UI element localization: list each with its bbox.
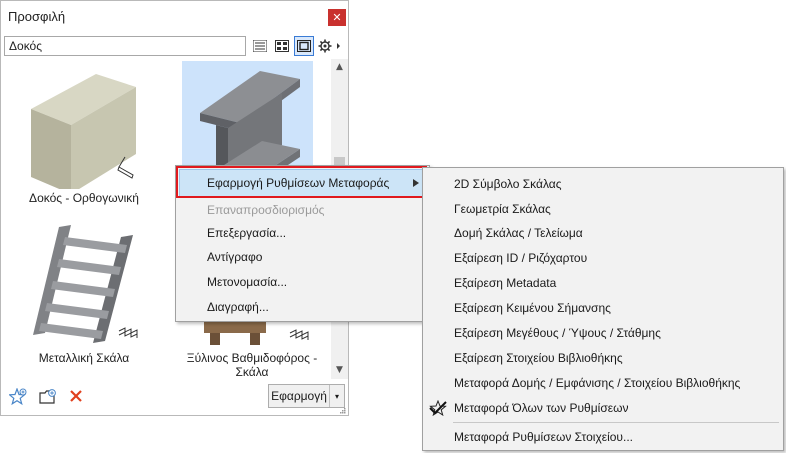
checkmark-star-icon — [429, 400, 447, 416]
submenu-item-stair-structure-finish[interactable]: Δομή Σκάλας / Τελείωμα — [454, 223, 583, 243]
large-preview-view-button[interactable] — [294, 36, 314, 56]
close-icon: ✕ — [332, 11, 342, 24]
delete-x-icon[interactable] — [69, 389, 83, 403]
rectangular-beam-icon — [31, 74, 136, 189]
submenu-item-transfer-structure-appearance-library[interactable]: Μεταφορά Δομής / Εμφάνισης / Στοιχείου Β… — [454, 373, 740, 393]
menu-item-duplicate[interactable]: Αντίγραφο — [207, 247, 262, 267]
settings-menu-button[interactable] — [316, 36, 344, 56]
menu-item-rename[interactable]: Μετονομασία... — [207, 272, 287, 292]
item-label: Δοκός - Ορθογωνική — [29, 191, 139, 205]
scroll-up-icon[interactable]: ▲ — [331, 59, 348, 76]
folder-add-icon[interactable] — [39, 388, 57, 406]
gear-icon — [318, 39, 340, 53]
menu-item-edit[interactable]: Επεξεργασία... — [207, 223, 286, 243]
callout-highlight-box — [176, 166, 427, 198]
list-view-icon — [253, 40, 267, 52]
submenu-item-stair-geometry[interactable]: Γεωμετρία Σκάλας — [454, 199, 551, 219]
chevron-down-icon[interactable]: ▾ — [329, 385, 344, 407]
item-label: Μεταλλική Σκάλα — [38, 351, 130, 365]
scroll-down-icon[interactable]: ▼ — [331, 362, 348, 379]
submenu-item-exclude-label-text[interactable]: Εξαίρεση Κειμένου Σήμανσης — [454, 298, 611, 318]
palette-title: Προσφιλή — [8, 9, 66, 24]
menu-item-redefine: Επαναπροσδιορισμός — [207, 203, 325, 217]
large-preview-view-icon — [297, 40, 311, 52]
favorite-item-rect-beam[interactable]: Δοκός - Ορθογωνική — [1, 59, 166, 209]
transfer-settings-submenu: 2D Σύμβολο Σκάλας Γεωμετρία Σκάλας Δομή … — [422, 167, 784, 451]
submenu-item-transfer-element-settings[interactable]: Μεταφορά Ρυθμίσεων Στοιχείου... — [454, 427, 633, 447]
close-button[interactable]: ✕ — [328, 9, 346, 26]
metal-stair-icon — [33, 225, 138, 343]
star-add-icon[interactable] — [9, 388, 27, 406]
favorite-item-wooden-stair[interactable]: Ξύλινος Βαθμιδοφόρος - Σκάλα — [166, 319, 331, 379]
item-label: Ξύλινος Βαθμιδοφόρος - Σκάλα — [186, 351, 318, 379]
list-view-button[interactable] — [250, 36, 270, 56]
menu-separator — [453, 422, 779, 423]
apply-button[interactable]: Εφαρμογή ▾ — [268, 384, 345, 408]
title-bar[interactable]: Προσφιλή ✕ — [1, 1, 348, 31]
submenu-item-2d-stair-symbol[interactable]: 2D Σύμβολο Σκάλας — [454, 174, 562, 194]
favorite-item-metal-stair[interactable]: Μεταλλική Σκάλα — [1, 223, 166, 373]
small-grid-view-button[interactable] — [272, 36, 292, 56]
submenu-item-exclude-size-height-level[interactable]: Εξαίρεση Μεγέθους / Ύψους / Στάθμης — [454, 323, 661, 343]
apply-button-label: Εφαρμογή — [271, 389, 327, 403]
wooden-stringer-stair-icon — [204, 321, 309, 345]
resize-grip-icon[interactable] — [339, 407, 347, 415]
submenu-item-transfer-all-settings[interactable]: Μεταφορά Όλων των Ρυθμίσεων — [454, 398, 628, 418]
submenu-item-exclude-metadata[interactable]: Εξαίρεση Metadata — [454, 273, 556, 293]
search-input[interactable]: Δοκός — [4, 36, 246, 56]
submenu-item-exclude-library-part[interactable]: Εξαίρεση Στοιχείου Βιβλιοθήκης — [454, 348, 623, 368]
menu-item-delete[interactable]: Διαγραφή... — [207, 297, 269, 317]
small-grid-view-icon — [275, 40, 289, 52]
submenu-item-exclude-id-layer[interactable]: Εξαίρεση ID / Ριζόχαρτου — [454, 248, 587, 268]
